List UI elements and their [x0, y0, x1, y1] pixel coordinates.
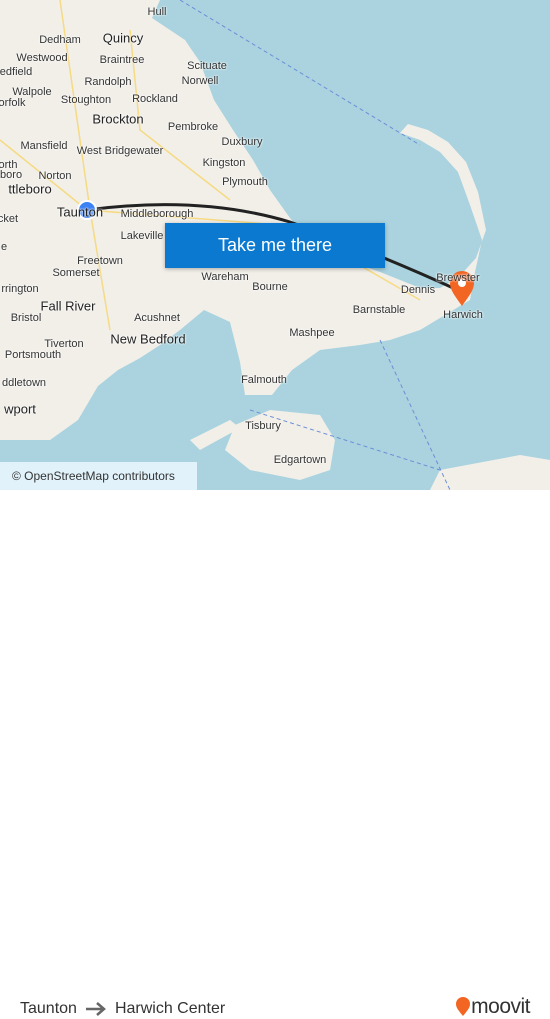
town-label: Scituate — [187, 60, 227, 72]
town-label: Mashpee — [289, 327, 335, 339]
map[interactable]: Hull Dedham Quincy Westwood Braintree Scituat… — [0, 0, 550, 490]
town-label: Rockland — [132, 93, 178, 105]
town-label: Kingston — [202, 157, 246, 169]
town-label: Fall River — [40, 298, 96, 314]
town-label: Hull — [147, 6, 167, 18]
town-label: Mansfield — [20, 140, 68, 152]
town-label: Pembroke — [167, 121, 219, 133]
nantucket-edge — [430, 455, 550, 490]
town-label: Duxbury — [221, 136, 263, 148]
arrow-right-icon — [85, 1002, 106, 1016]
town-label: Braintree — [99, 54, 145, 66]
moovit-logo[interactable]: moovit — [455, 995, 530, 1019]
town-label: Middleborough — [120, 208, 194, 220]
town-label: ddletown — [1, 377, 47, 389]
attribution[interactable]: © OpenStreetMap contributors — [0, 462, 197, 490]
town-label: orfolk — [0, 97, 26, 109]
town-label: Tisbury — [245, 420, 281, 432]
town-label: eboro — [0, 169, 23, 181]
town-label: Falmouth — [241, 374, 287, 386]
town-label: Lakeville — [120, 230, 164, 242]
route-summary: Taunton Harwich Center — [20, 1000, 225, 1018]
town-label: Taunton — [56, 204, 104, 220]
town-label: New Bedford — [110, 331, 186, 347]
town-label: Edgartown — [273, 454, 327, 466]
town-label: West Bridgewater — [76, 145, 164, 157]
town-label: Bourne — [252, 281, 288, 293]
town-label: e — [0, 241, 8, 253]
town-label: cket — [0, 213, 19, 225]
town-label: rrington — [1, 283, 39, 295]
town-label: Norton — [38, 170, 72, 182]
town-label: Somerset — [52, 267, 100, 279]
town-label: Tiverton — [44, 338, 84, 350]
footer: Taunton Harwich Center moovit — [0, 490, 550, 1018]
town-label: Harwich — [443, 309, 483, 321]
town-label: ttleboro — [8, 181, 52, 197]
origin-name: Taunton — [20, 1000, 77, 1017]
town-label: edfield — [0, 66, 33, 78]
moovit-pin-icon — [456, 997, 471, 1016]
town-label: Dedham — [39, 34, 81, 46]
destination-name: Harwich Center — [114, 1000, 226, 1017]
town-label: Portsmouth — [4, 349, 62, 361]
brand-name: moovit — [471, 995, 530, 1018]
town-label: Brockton — [92, 111, 144, 127]
town-label: Stoughton — [60, 94, 112, 106]
town-label: Randolph — [84, 76, 132, 88]
town-label: Plymouth — [222, 176, 268, 188]
town-label: Quincy — [102, 30, 144, 46]
town-label: Westwood — [16, 52, 68, 64]
town-label: Acushnet — [134, 312, 180, 324]
town-label: Brewster — [436, 272, 480, 284]
town-label: wport — [4, 401, 36, 417]
town-label: Dennis — [400, 284, 436, 296]
town-label: Wareham — [201, 271, 249, 283]
town-label: Norwell — [181, 75, 219, 87]
town-label: Barnstable — [352, 304, 406, 316]
town-label: Freetown — [77, 255, 123, 267]
take-me-there-button[interactable]: Take me there — [165, 223, 385, 268]
town-label: Bristol — [10, 312, 42, 324]
